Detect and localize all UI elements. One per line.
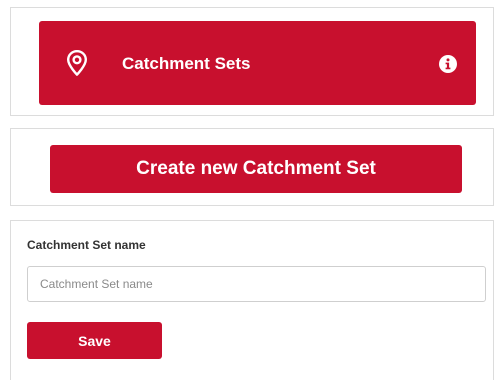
page-title: Catchment Sets: [122, 54, 251, 73]
catchment-set-name-input[interactable]: [27, 266, 486, 302]
save-button[interactable]: Save: [27, 322, 162, 359]
info-icon[interactable]: [439, 55, 457, 73]
catchment-set-name-label: Catchment Set name: [27, 238, 146, 252]
catchment-sets-header-panel: Catchment Sets: [10, 7, 494, 116]
map-pin-icon: [67, 50, 87, 76]
catchment-set-form: Catchment Set name Save: [10, 220, 494, 380]
catchment-sets-header: Catchment Sets: [39, 21, 476, 105]
create-catchment-set-button[interactable]: Create new Catchment Set: [50, 145, 462, 193]
create-catchment-set-panel: Create new Catchment Set: [10, 128, 494, 206]
